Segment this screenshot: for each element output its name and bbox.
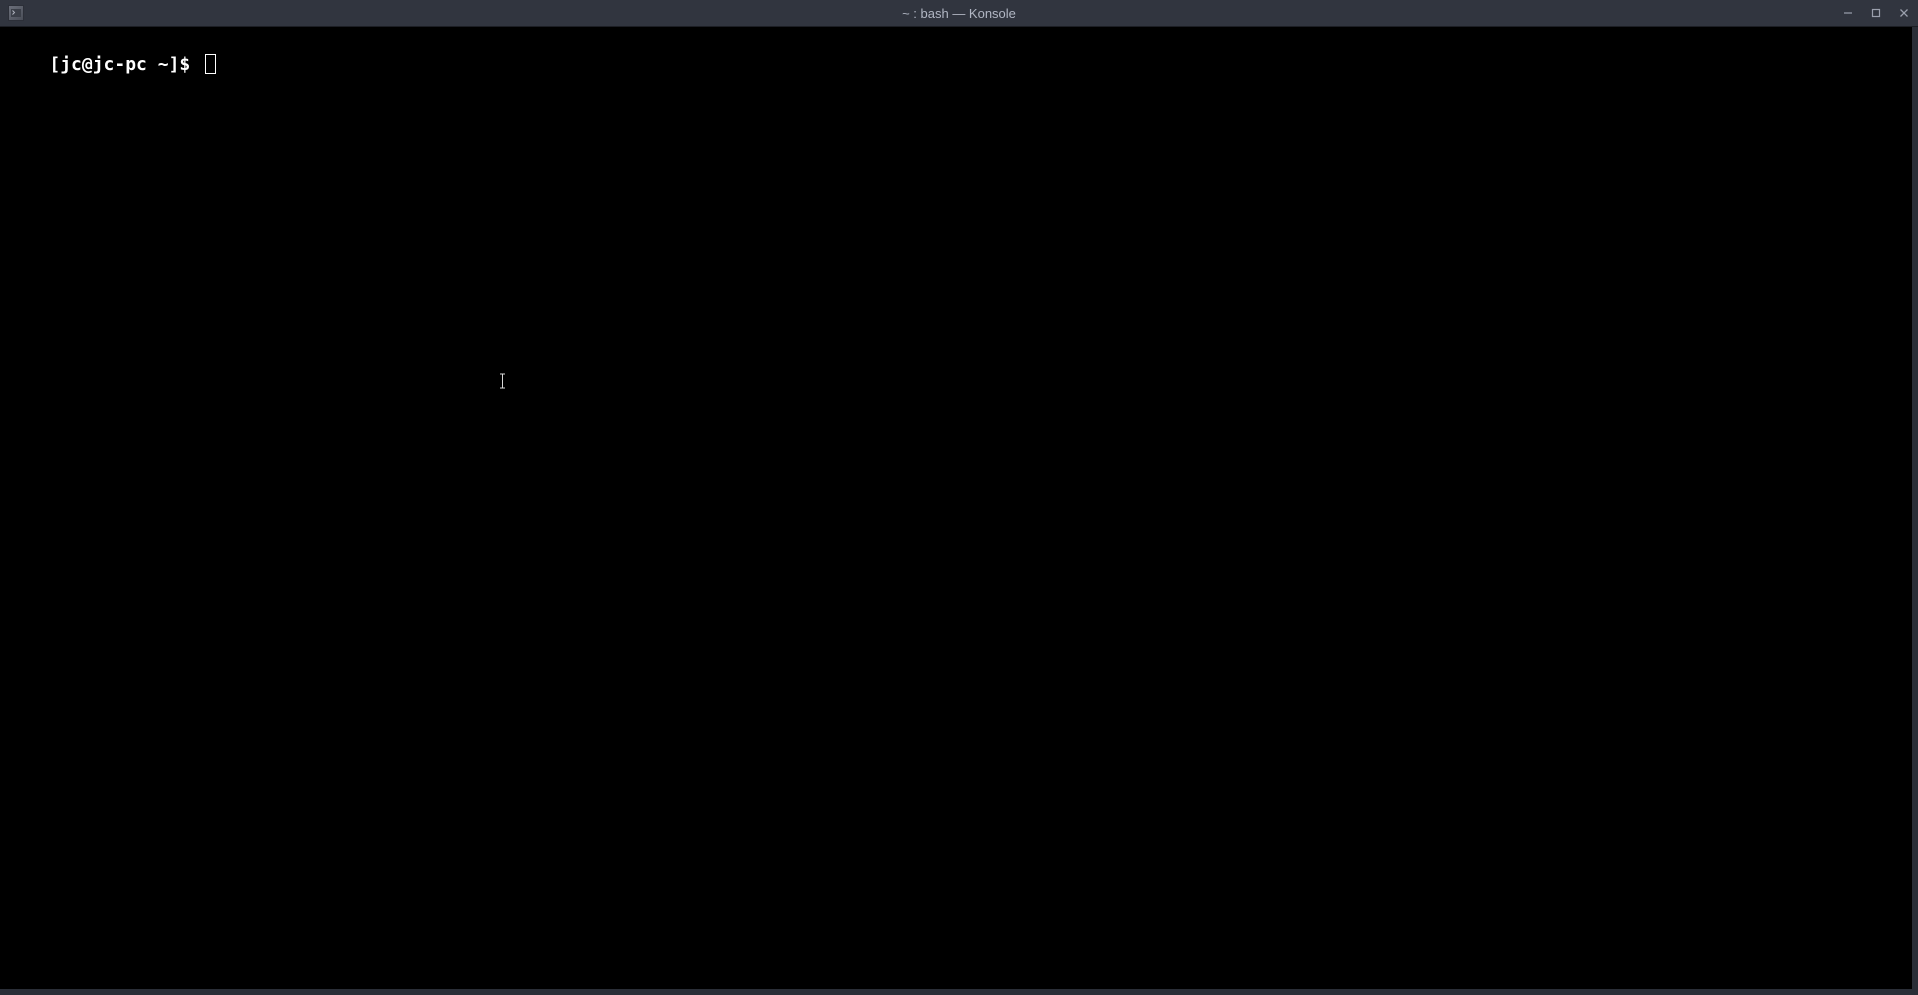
terminal-content: [jc@jc-pc ~]$	[0, 27, 1912, 103]
terminal-viewport[interactable]: [jc@jc-pc ~]$	[0, 27, 1912, 989]
titlebar[interactable]: ~ : bash — Konsole	[0, 0, 1918, 27]
window-border-right	[1912, 27, 1918, 995]
window-title: ~ : bash — Konsole	[902, 6, 1016, 21]
minimize-button[interactable]	[1834, 0, 1862, 27]
window-controls	[1834, 0, 1918, 26]
maximize-button[interactable]	[1862, 0, 1890, 27]
prompt-line: [jc@jc-pc ~]$	[49, 54, 216, 77]
konsole-icon	[8, 5, 24, 21]
close-button[interactable]	[1890, 0, 1918, 27]
shell-prompt: [jc@jc-pc ~]$	[49, 54, 201, 77]
window-border-bottom	[0, 989, 1918, 995]
terminal-cursor-icon	[205, 54, 216, 74]
